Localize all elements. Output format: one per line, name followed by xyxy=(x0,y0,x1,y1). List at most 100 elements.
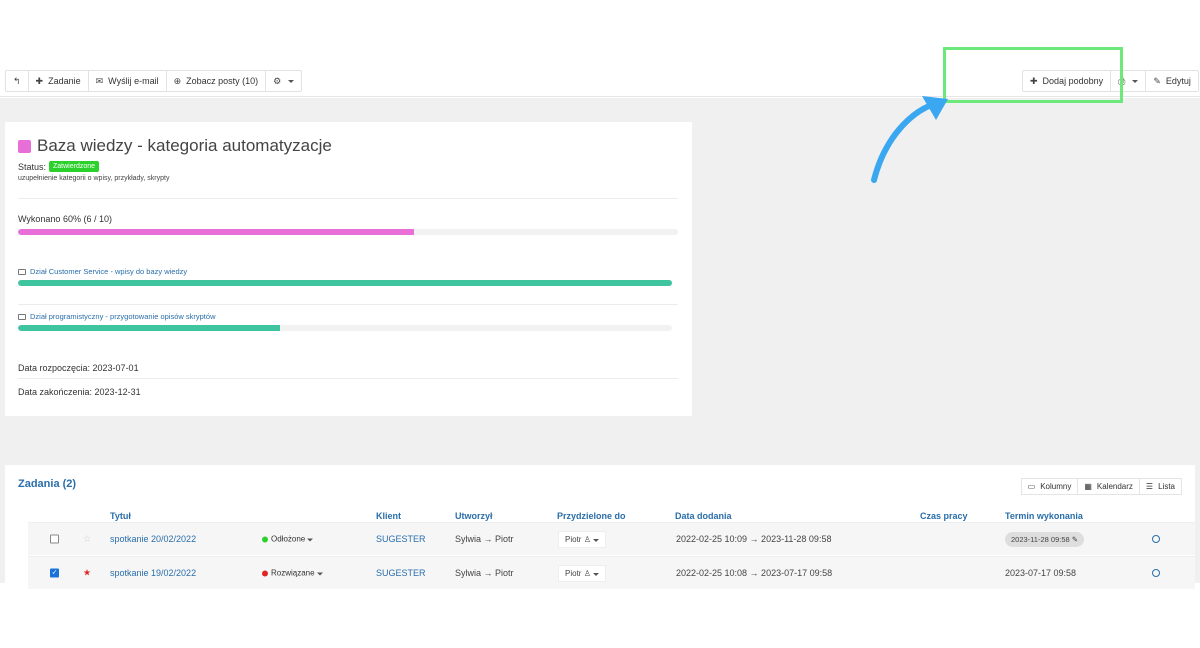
row-checkbox[interactable]: ✓ xyxy=(50,568,59,578)
end-date: Data zakończenia: 2023-12-31 xyxy=(18,387,141,397)
view-posts-button[interactable]: ⊕ Zobacz posty (10) xyxy=(165,70,267,92)
gear-icon: ⚙ xyxy=(273,75,282,86)
divider xyxy=(18,304,678,305)
table-row[interactable]: ✓ ★ spotkanie 19/02/2022 Rozwiązane SUGE… xyxy=(28,556,1195,589)
subproject-link-2[interactable]: Dział programistyczny - przygotowanie op… xyxy=(18,312,215,321)
user-icon: ♙ xyxy=(583,569,591,578)
view-calendar-button[interactable]: ▦ Kalendarz xyxy=(1077,478,1140,495)
checkbox-checked[interactable]: ✓ xyxy=(50,568,59,578)
pointer-arrow-icon xyxy=(871,96,948,183)
view-columns-label: Kolumny xyxy=(1040,482,1072,491)
divider xyxy=(18,378,678,379)
row-checkbox[interactable] xyxy=(50,534,59,544)
view-list-button[interactable]: ☰ Lista xyxy=(1138,478,1182,495)
progress-bar-fill xyxy=(18,229,414,235)
subproject-progress-fill xyxy=(18,280,672,286)
project-description: uzupełnienie kategorii o wpisy, przykład… xyxy=(18,175,170,182)
subproject-progress-bar-1 xyxy=(18,280,672,286)
status-row: Status: Zatwierdzone xyxy=(18,161,100,172)
state-dropdown[interactable]: Rozwiązane xyxy=(262,569,323,578)
star-outline-icon[interactable]: ☆ xyxy=(83,534,91,545)
checkbox[interactable] xyxy=(50,534,59,544)
settings-dropdown-button[interactable]: ⚙ xyxy=(265,70,303,92)
task-title-link[interactable]: spotkanie 19/02/2022 xyxy=(110,568,196,578)
start-date: Data rozpoczęcia: 2023-07-01 xyxy=(18,363,139,373)
back-button[interactable]: ↰ xyxy=(5,70,29,92)
assigned-label: Piotr xyxy=(565,569,582,578)
subproject-progress-bar-2 xyxy=(18,325,672,331)
table-row[interactable]: ☆ spotkanie 20/02/2022 Odłożone SUGESTER… xyxy=(28,522,1195,555)
add-task-button[interactable]: ✚ Zadanie xyxy=(27,70,89,92)
column-header-deadline[interactable]: Termin wykonania xyxy=(1005,511,1083,521)
client-link[interactable]: SUGESTER xyxy=(376,534,426,544)
pencil-icon: ✎ xyxy=(1071,535,1079,544)
view-list-label: Lista xyxy=(1158,482,1175,491)
subproject-link-1[interactable]: Dział Customer Service - wpisy do bazy w… xyxy=(18,267,187,276)
assigned-dropdown[interactable]: Piotr ♙ xyxy=(558,565,606,582)
deadline-label: 2023-11-28 09:58 xyxy=(1011,535,1070,544)
added-dates: 2022-02-25 10:08 → 2023-07-17 09:58 xyxy=(676,568,833,578)
assigned-label: Piotr xyxy=(565,535,582,544)
added-dates: 2022-02-25 10:09 → 2023-11-28 09:58 xyxy=(676,534,832,544)
app: ↰ ✚ Zadanie ✉ Wyślij e-mail ⊕ Zobacz pos… xyxy=(0,0,1200,648)
state-label: Odłożone xyxy=(271,534,306,544)
title-row: Baza wiedzy - kategoria automatyzacje xyxy=(18,136,332,156)
pencil-icon: ✎ xyxy=(1153,75,1161,86)
page-title: Baza wiedzy - kategoria automatyzacje xyxy=(37,136,332,155)
send-email-label: Wyślij e-mail xyxy=(108,76,159,86)
subproject-progress-fill xyxy=(18,325,280,331)
columns-icon: ▭ xyxy=(1027,482,1036,491)
tasks-title[interactable]: Zadania (2) xyxy=(18,478,76,490)
folder-icon xyxy=(18,313,26,320)
chevron-down-icon xyxy=(592,573,599,576)
send-email-button[interactable]: ✉ Wyślij e-mail xyxy=(87,70,167,92)
view-switcher: ▭ Kolumny ▦ Kalendarz ☰ Lista xyxy=(1020,478,1182,495)
client-link[interactable]: SUGESTER xyxy=(376,568,426,578)
content-area: Baza wiedzy - kategoria automatyzacje St… xyxy=(0,98,1200,589)
progress-label: Wykonano 60% (6 / 10) xyxy=(18,214,112,224)
divider xyxy=(18,198,678,199)
state-dot xyxy=(262,570,268,577)
star-filled-icon[interactable]: ★ xyxy=(83,568,91,579)
subproject-name: Dział Customer Service - wpisy do bazy w… xyxy=(30,267,188,276)
plus-icon: ✚ xyxy=(35,75,44,86)
chevron-down-icon xyxy=(307,538,314,542)
clock-icon[interactable] xyxy=(1152,535,1160,543)
folder-icon xyxy=(18,268,26,275)
created-by: Sylwia → Piotr xyxy=(455,568,514,578)
edit-label: Edytuj xyxy=(1165,76,1191,86)
column-header-created-by[interactable]: Utworzył xyxy=(455,511,493,521)
project-card: Baza wiedzy - kategoria automatyzacje St… xyxy=(5,122,692,416)
column-header-work-time[interactable]: Czas pracy xyxy=(920,511,968,521)
state-dropdown[interactable]: Odłożone xyxy=(262,534,314,544)
assigned-dropdown[interactable]: Piotr ♙ xyxy=(558,531,606,548)
edit-button[interactable]: ✎ Edytuj xyxy=(1145,70,1199,92)
deadline-text: 2023-07-17 09:58 xyxy=(1005,568,1077,578)
user-icon: ♙ xyxy=(583,535,591,544)
view-posts-label: Zobacz posty (10) xyxy=(186,76,259,86)
column-header-title[interactable]: Tytuł xyxy=(110,511,131,521)
project-color-swatch xyxy=(18,139,31,153)
zoom-icon: ⊕ xyxy=(173,75,182,86)
chevron-down-icon xyxy=(1132,79,1139,83)
view-columns-button[interactable]: ▭ Kolumny xyxy=(1020,478,1079,495)
column-header-assigned[interactable]: Przydzielone do xyxy=(557,511,626,521)
back-arrow-icon: ↰ xyxy=(13,75,21,86)
column-header-client[interactable]: Klient xyxy=(376,511,401,521)
task-title-link[interactable]: spotkanie 20/02/2022 xyxy=(110,534,196,544)
chevron-down-icon xyxy=(316,572,323,576)
created-by: Sylwia → Piotr xyxy=(455,534,514,544)
deadline-pill[interactable]: 2023-11-28 09:58 ✎ xyxy=(1005,532,1085,547)
column-header-added[interactable]: Data dodania xyxy=(675,511,732,521)
tasks-section: Zadania (2) ▭ Kolumny ▦ Kalendarz ☰ List… xyxy=(5,465,1195,589)
calendar-icon: ▦ xyxy=(1084,482,1092,491)
status-badge[interactable]: Zatwierdzone xyxy=(49,161,100,172)
left-toolbar-group: ↰ ✚ Zadanie ✉ Wyślij e-mail ⊕ Zobacz pos… xyxy=(5,70,303,92)
list-icon: ☰ xyxy=(1145,482,1154,491)
status-label: Status: xyxy=(18,161,47,172)
progress-bar xyxy=(18,229,678,235)
subproject-name: Dział programistyczny - przygotowanie op… xyxy=(30,312,216,321)
chevron-down-icon xyxy=(288,79,295,83)
clock-icon[interactable] xyxy=(1152,569,1160,577)
highlight-box xyxy=(943,47,1123,103)
